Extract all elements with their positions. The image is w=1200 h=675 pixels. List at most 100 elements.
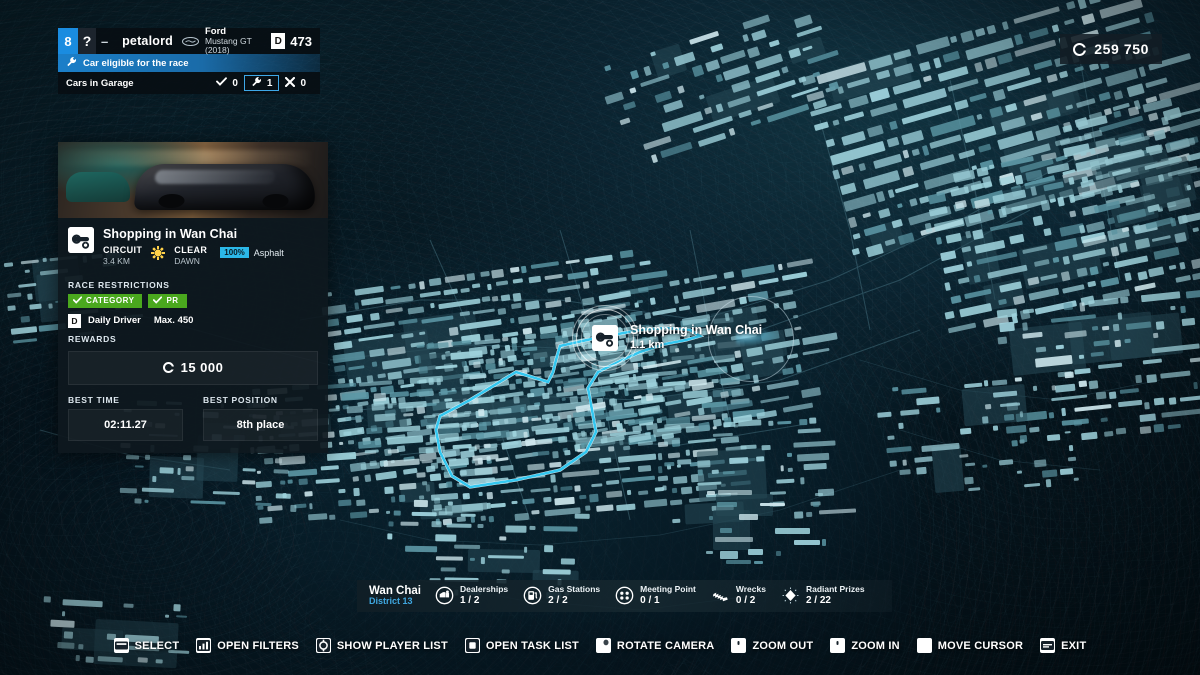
circuit-icon [68,227,94,253]
district-item-wrecks[interactable]: Wrecks 0 / 2 [711,585,766,606]
district-item-wrecks-label: Wrecks [735,584,766,595]
district-item-meeting-point[interactable]: Meeting Point 0 / 1 [615,585,696,606]
restriction-detail: D Daily Driver Max. 450 [58,308,328,328]
race-info-card[interactable]: Shopping in Wan Chai CIRCUIT 3.4 KM CLEA… [58,142,328,453]
garage-stat-ineligible[interactable]: 0 [279,75,312,91]
district-item-radiant-prizes[interactable]: Radiant Prizes 2 / 22 [781,585,865,606]
hint-show-player-list[interactable]: SHOW PLAYER LIST [315,638,448,653]
garage-stat-eligible[interactable]: 0 [210,75,244,91]
district-item-gas-stations-label: Gas Stations [548,584,601,595]
district-item-dealerships[interactable]: Dealerships 1 / 2 [435,585,508,606]
currency-value: 259 750 [1094,41,1149,57]
hint-open-filters[interactable]: OPEN FILTERS [196,638,299,653]
wrench-icon [66,56,77,70]
cars-in-garage-row: Cars in Garage 0 1 0 [58,72,320,94]
player-unknown-badge: ? [77,28,97,54]
hint-zoom-in[interactable]: ZOOM IN [830,638,900,653]
cross-icon [285,76,296,90]
best-position-value: 8th place [203,408,318,441]
marker-distance: 1.1 km [630,339,665,351]
player-panel: 8 ? – petalord Ford Mustang GT (2018) D … [58,27,320,94]
key-player-list-icon [315,638,331,653]
hint-rotate-camera-label: ROTATE CAMERA [616,639,715,652]
district-item-text: Wrecks 0 / 2 [735,584,766,607]
wreck-icon [711,586,730,605]
district-item-wrecks-count: 0 / 2 [735,595,756,607]
best-time-block: BEST TIME 02:11.27 [58,395,193,441]
restriction-chip-category: CATEGORY [68,293,143,308]
district-item-text: Meeting Point 0 / 1 [640,585,696,607]
player-dash: – [101,33,109,49]
key-mouse-icon [595,638,611,653]
key-filters-icon [196,638,212,653]
district-item-radiant-prizes-count: 2 / 22 [805,595,831,607]
district-item-dealerships-label: Dealerships [459,584,509,595]
race-surface-percent: 100% [220,247,249,258]
race-hero-image [58,142,328,218]
player-summary-row: 8 ? – petalord Ford Mustang GT (2018) D … [58,27,320,55]
restriction-chip-pr: PR [148,293,187,308]
car-class-rating: D 473 [271,28,320,54]
district-number: District 13 [369,596,413,607]
hint-zoom-in-label: ZOOM IN [851,639,900,652]
radiant-prize-icon [781,586,800,605]
hint-exit[interactable]: EXIT [1040,638,1086,653]
hint-open-task-list[interactable]: OPEN TASK LIST [464,638,579,653]
restriction-chips: CATEGORY PR [58,293,328,308]
credits-coin-icon [1073,42,1087,56]
district-item-gas-stations[interactable]: Gas Stations 2 / 2 [523,585,600,606]
hint-select[interactable]: SELECT [113,638,180,653]
game-map-screen: Shopping in Wan Chai 1.1 km 8 ? – petalo… [0,0,1200,675]
hint-open-filters-label: OPEN FILTERS [217,639,299,652]
race-surface-name: Asphalt [253,247,284,258]
check-icon [72,296,83,306]
best-position-block: BEST POSITION 8th place [193,395,328,441]
eligibility-banner: Car eligible for the race [58,54,320,72]
hint-zoom-out[interactable]: ZOOM OUT [731,638,813,653]
restriction-chip-category-label: CATEGORY [86,296,135,306]
hint-exit-label: EXIT [1061,639,1087,652]
hero-foreground-car [133,164,319,210]
hero-background-car [66,172,130,202]
sun-icon [151,246,166,260]
best-time-label: BEST TIME [68,394,120,405]
restriction-class-name: Daily Driver [88,315,141,327]
race-surface: 100% Asphalt [220,247,284,258]
car-model: Mustang GT (2018) [205,36,252,55]
hint-open-task-list-label: OPEN TASK LIST [485,639,579,652]
key-dpad-icon [916,638,932,653]
marker-label: Shopping in Wan Chai 1.1 km [630,323,762,351]
meeting-point-icon [615,586,634,605]
cars-in-garage-label: Cars in Garage [66,77,134,89]
district-item-meeting-point-count: 0 / 1 [640,595,660,607]
eligibility-text: Car eligible for the race [83,57,189,69]
rewards-label: REWARDS [68,333,117,344]
hero-car-wheel-rear [261,194,290,208]
hint-move-cursor-label: MOVE CURSOR [937,639,1024,652]
car-class-letter: D [271,33,286,49]
key-task-list-icon [464,638,480,653]
restriction-class-badge: D [68,313,81,328]
race-card-header: Shopping in Wan Chai CIRCUIT 3.4 KM CLEA… [58,218,328,274]
district-item-radiant-prizes-label: Radiant Prizes [805,584,865,595]
key-mouse-scroll-icon [731,638,747,653]
garage-stat-tunable[interactable]: 1 [243,75,280,91]
gas-station-icon [523,586,542,605]
race-records: BEST TIME 02:11.27 BEST POSITION 8th pla… [58,395,328,441]
hint-move-cursor[interactable]: MOVE CURSOR [916,638,1024,653]
restriction-max: Max. 450 [153,315,194,327]
garage-stat-tunable-value: 1 [266,77,273,89]
race-time-of-day: DAWN [174,256,200,267]
hint-zoom-out-label: ZOOM OUT [752,639,814,652]
hint-rotate-camera[interactable]: ROTATE CAMERA [595,638,715,653]
marker-title: Shopping in Wan Chai [630,323,763,337]
garage-stat-ineligible-value: 0 [300,77,306,89]
best-time-value: 02:11.27 [68,408,183,441]
player-rank-badge: 8 [58,28,78,54]
marker-pin-circuit-icon [592,325,618,351]
district-name-block: Wan Chai District 13 [369,585,421,608]
key-esc-icon [1040,638,1056,653]
garage-stat-eligible-value: 0 [232,77,238,89]
hero-car-wheel-front [157,194,186,208]
race-meta: CIRCUIT 3.4 KM CLEAR DAWN 100% Asphalt [103,245,318,267]
